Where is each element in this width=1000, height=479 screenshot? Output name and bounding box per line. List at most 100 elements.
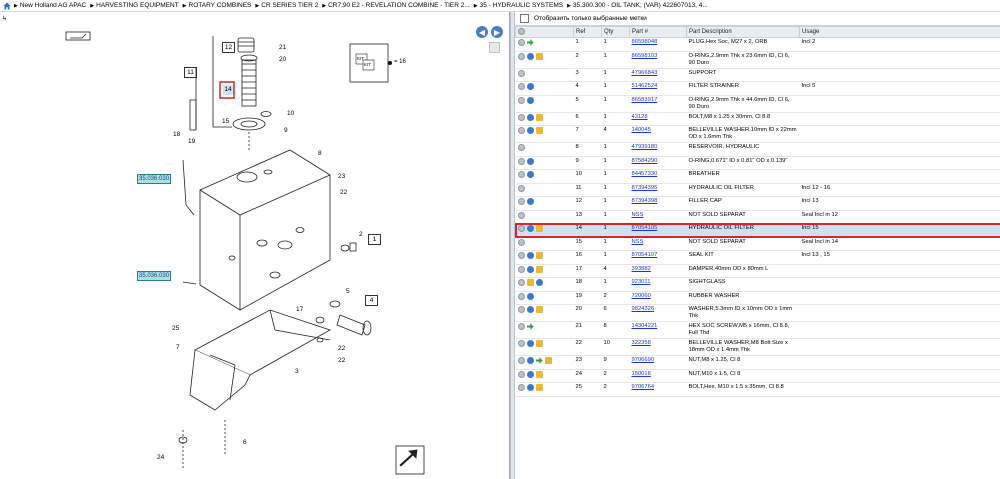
part-number-link[interactable]: 43128 [632, 114, 648, 120]
package-icon[interactable] [526, 279, 534, 286]
table-row[interactable]: 10 1 84457330 BREATHER [515, 169, 1000, 184]
table-row[interactable]: 2 1 86598103 O-RING,2.9mm Thk x 23.6mm ID, … [515, 51, 1000, 69]
callout-8[interactable]: 8 [318, 150, 322, 157]
callout-22[interactable]: 22 [340, 189, 347, 196]
callout-4[interactable]: 4 [365, 295, 378, 306]
callout-10[interactable]: 10 [287, 110, 294, 117]
breadcrumb-item-category[interactable]: HARVESTING EQUIPMENT [90, 2, 179, 9]
table-row[interactable]: 20 6 9824326 WASHER,5.3mm ID x 10mm OD x 1m… [515, 304, 1000, 322]
select-circle-icon[interactable] [517, 157, 525, 165]
select-circle-icon[interactable] [517, 306, 525, 313]
table-row[interactable]: 4 1 51462524 FILTER STRAINER Incl 5 [515, 81, 1000, 96]
table-row[interactable]: 17 4 393882 DAMPER,40mm OD x 80mm L [515, 264, 1000, 278]
part-number-link[interactable]: NSS [632, 239, 644, 245]
package-icon[interactable] [535, 265, 543, 273]
package-icon[interactable] [535, 127, 543, 134]
home-icon[interactable] [2, 1, 11, 10]
table-row[interactable]: 15 1 NSS NOT SOLD SEPARAT Seal Incl in 14 [515, 237, 1000, 251]
callout-24[interactable]: 24 [157, 454, 164, 461]
info-icon[interactable] [526, 171, 534, 178]
package-icon[interactable] [535, 340, 543, 347]
reference-link-2[interactable]: 35.036.030 [137, 271, 172, 281]
select-circle-icon[interactable] [517, 39, 525, 46]
select-circle-icon[interactable] [517, 292, 525, 300]
package-icon[interactable] [535, 370, 543, 378]
header-usage[interactable]: Usage [799, 26, 1000, 38]
table-row[interactable]: 13 1 NSS NOT SOLD SEPARAT Seal Incl in 12 [515, 210, 1000, 224]
part-number-link[interactable]: 9706764 [632, 384, 655, 390]
callout-25[interactable]: 25 [172, 325, 179, 332]
header-part[interactable]: Part # [629, 26, 687, 38]
callout-7[interactable]: 7 [176, 344, 180, 351]
info-icon[interactable] [535, 279, 543, 286]
callout-1[interactable]: 1 [368, 234, 381, 245]
select-circle-icon[interactable] [517, 238, 525, 246]
info-icon[interactable] [526, 252, 534, 259]
select-circle-icon[interactable] [517, 384, 525, 391]
part-number-link[interactable]: 84457330 [632, 171, 658, 177]
part-number-link[interactable]: 87054107 [632, 252, 658, 258]
callout-3[interactable]: 3 [295, 368, 299, 375]
info-icon[interactable] [526, 357, 534, 364]
callout-11[interactable]: 11 [184, 67, 197, 78]
table-row[interactable]: 1 1 86598048 PLUG,Hex Soc, M27 x 2, ORB Incl… [515, 37, 1000, 52]
part-number-link[interactable]: 47966843 [632, 70, 658, 76]
callout-9[interactable]: 9 [284, 127, 288, 134]
info-icon[interactable] [526, 96, 534, 104]
part-number-link[interactable]: 86598103 [632, 53, 658, 59]
select-circle-icon[interactable] [517, 83, 525, 90]
callout-22b[interactable]: 22 [338, 345, 345, 352]
select-circle-icon[interactable] [517, 69, 525, 77]
part-number-link[interactable]: 14304221 [632, 323, 658, 329]
part-number-link[interactable]: 322358 [632, 340, 651, 346]
select-circle-icon[interactable] [517, 370, 525, 378]
select-all-icon[interactable] [518, 28, 525, 36]
arrow-right-icon[interactable] [526, 323, 534, 330]
breadcrumb-item-series[interactable]: CR SERIES TIER 2 [255, 2, 318, 9]
arrow-right-icon[interactable] [535, 357, 543, 364]
table-row[interactable]: 11 1 87394395 HYDRAULIC OIL FILTER Incl 12 -… [515, 183, 1000, 197]
table-row[interactable]: 7 4 140045 BELLEVILLE WASHER,10mm ID x 22mm… [515, 125, 1000, 143]
info-icon[interactable] [526, 384, 534, 391]
part-number-link[interactable]: 47939180 [632, 144, 658, 150]
package-icon[interactable] [535, 52, 543, 60]
table-row[interactable]: 6 1 43128 BOLT,M8 x 1.25 x 30mm, Cl 8.8 [515, 112, 1000, 126]
part-number-link[interactable]: 86583917 [632, 97, 658, 103]
select-circle-icon[interactable] [517, 113, 525, 121]
table-row[interactable]: 16 1 87054107 SEAL KIT Incl 13 , 15 [515, 250, 1000, 265]
package-icon[interactable] [535, 384, 543, 391]
table-row[interactable]: 3 1 47966843 SUPPORT [515, 68, 1000, 82]
callout-6[interactable]: 6 [243, 439, 247, 446]
info-icon[interactable] [526, 370, 534, 378]
part-number-link[interactable]: 51462524 [632, 83, 658, 89]
select-circle-icon[interactable] [517, 198, 525, 205]
info-icon[interactable] [526, 113, 534, 121]
select-circle-icon[interactable] [517, 279, 525, 286]
table-row[interactable]: 23 9 9706690 NUT,M8 x 1.25, Cl 8 [515, 355, 1000, 370]
header-ref[interactable]: Ref [573, 26, 602, 38]
info-icon[interactable] [526, 127, 534, 134]
part-number-link[interactable]: NSS [632, 212, 644, 218]
info-icon[interactable] [526, 157, 534, 165]
table-row-selected[interactable]: 14 1 87054105 HYDRAULIC OIL FILTER Incl 15 [514, 222, 1000, 238]
callout-14-selected[interactable]: 14 [223, 85, 233, 95]
callout-5[interactable]: 5 [346, 288, 350, 295]
part-number-link[interactable]: 150016 [632, 371, 651, 377]
breadcrumb-item-brand[interactable]: New Holland AG APAC [14, 2, 86, 9]
select-circle-icon[interactable] [517, 252, 525, 259]
arrow-right-icon[interactable] [526, 39, 534, 46]
breadcrumb-item-model[interactable]: CR7.90 E2 - REVELATION COMBINE - TIER 2.… [322, 2, 470, 9]
header-description[interactable]: Part Description [686, 26, 800, 38]
package-icon[interactable] [535, 225, 543, 232]
table-row[interactable]: 18 1 923011 SIGHTGLASS [515, 277, 1000, 292]
part-number-link[interactable]: 87394395 [632, 185, 658, 191]
select-circle-icon[interactable] [517, 171, 525, 178]
header-qty[interactable]: Qty [601, 26, 630, 38]
part-number-link[interactable]: 87054105 [632, 225, 658, 231]
select-circle-icon[interactable] [517, 211, 525, 219]
package-icon[interactable] [544, 357, 552, 364]
callout-18[interactable]: 18 [173, 131, 180, 138]
part-number-link[interactable]: 923011 [632, 279, 651, 285]
table-row[interactable]: 9 1 87584290 O-RING,0.671" ID x 0.81" OD x … [515, 156, 1000, 170]
table-row[interactable]: 22 10 322358 BELLEVILLE WASHER,M8 Bolt Size… [515, 338, 1000, 356]
